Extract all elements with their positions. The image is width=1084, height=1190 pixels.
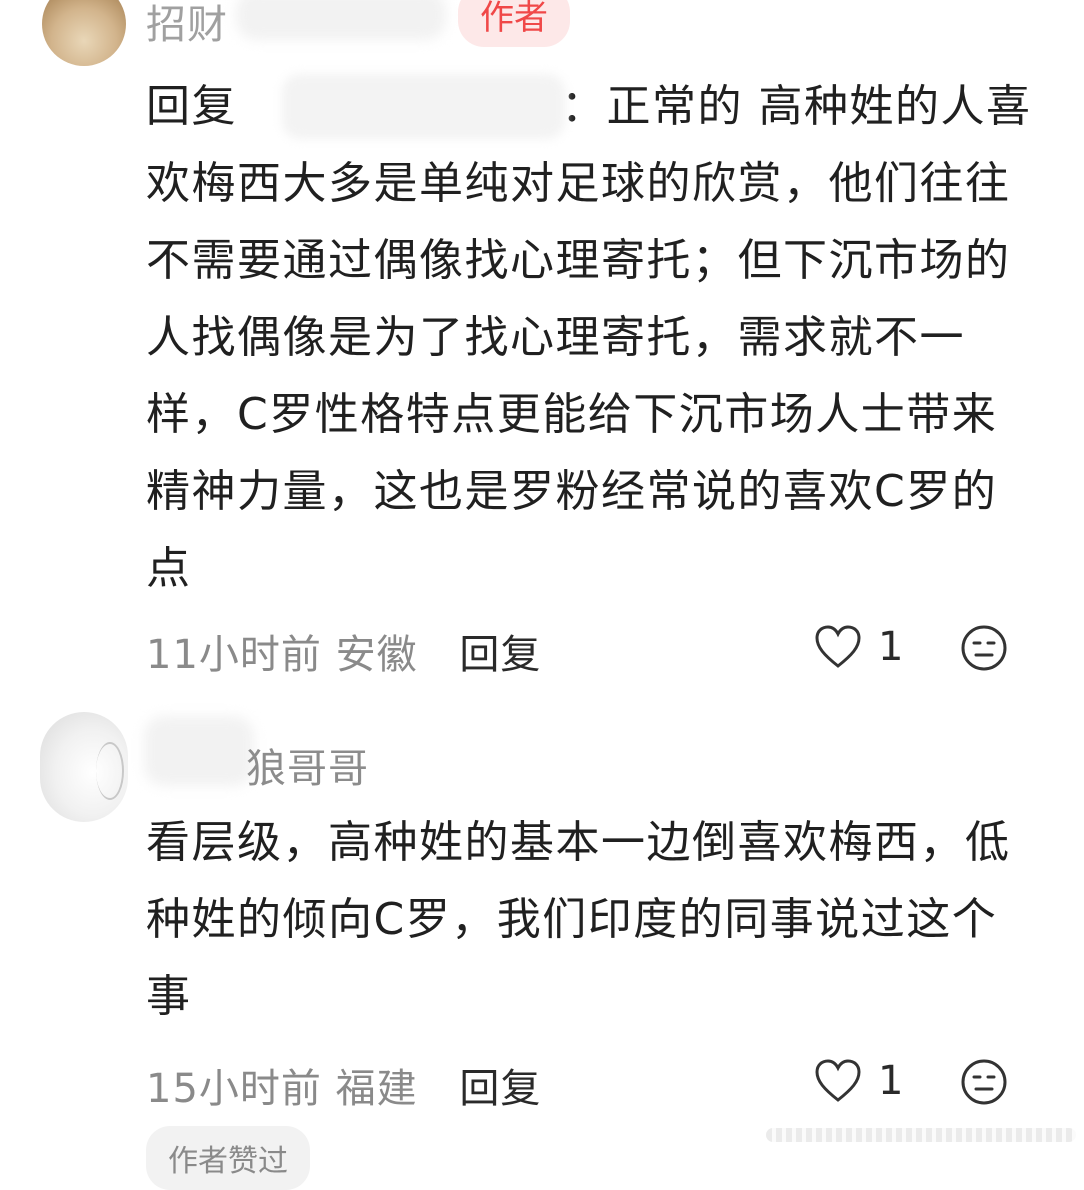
watermark: [766, 1128, 1076, 1142]
username-visible-part: 狼哥哥: [246, 746, 369, 792]
heart-outline-icon: [815, 625, 861, 668]
avatar-seal-graphic: [96, 742, 124, 800]
like-count: 1: [878, 1058, 904, 1104]
reply-button[interactable]: 回复: [459, 632, 541, 678]
like-count: 1: [878, 624, 904, 670]
location: 福建: [335, 1066, 418, 1112]
like-button[interactable]: 1: [814, 624, 903, 670]
username-privacy-blur: [236, 0, 446, 40]
reply-colon: ：: [561, 81, 607, 132]
neutral-face-icon[interactable]: [960, 624, 1008, 672]
timestamp: 11小时前: [146, 632, 322, 678]
comment-body: 正常的 高种姓的人喜欢梅西大多是单纯对足球的欣赏，他们往往不需要通过偶像找心理寄…: [146, 81, 1032, 594]
author-badge: 作者: [458, 0, 570, 48]
neutral-face-icon[interactable]: [960, 1058, 1008, 1106]
like-button[interactable]: 1: [814, 1058, 903, 1104]
reply-target-username[interactable]: 用户名字用户: [288, 68, 561, 145]
avatar[interactable]: [40, 712, 128, 822]
reply-button[interactable]: 回复: [459, 1066, 541, 1112]
comment-meta: 11小时前 安徽 回复: [146, 622, 541, 680]
location: 安徽: [335, 632, 418, 678]
avatar[interactable]: [42, 0, 126, 66]
comment-text: 回复 用户名字用户：正常的 高种姓的人喜欢梅西大多是单纯对足球的欣赏，他们往往不…: [146, 68, 1036, 607]
comment-text: 看层级，高种姓的基本一边倒喜欢梅西，低种姓的倾向C罗，我们印度的同事说过这个事: [146, 817, 1011, 1022]
author-liked-badge: 作者赞过: [146, 1126, 310, 1190]
heart-outline-icon: [815, 1059, 861, 1102]
timestamp: 15小时前: [146, 1066, 322, 1112]
reply-prefix: 回复: [146, 81, 237, 132]
username[interactable]: 狼哥哥: [146, 736, 369, 794]
comment-meta: 15小时前 福建 回复: [146, 1056, 541, 1114]
username-blurred[interactable]: 招财: [146, 0, 228, 50]
